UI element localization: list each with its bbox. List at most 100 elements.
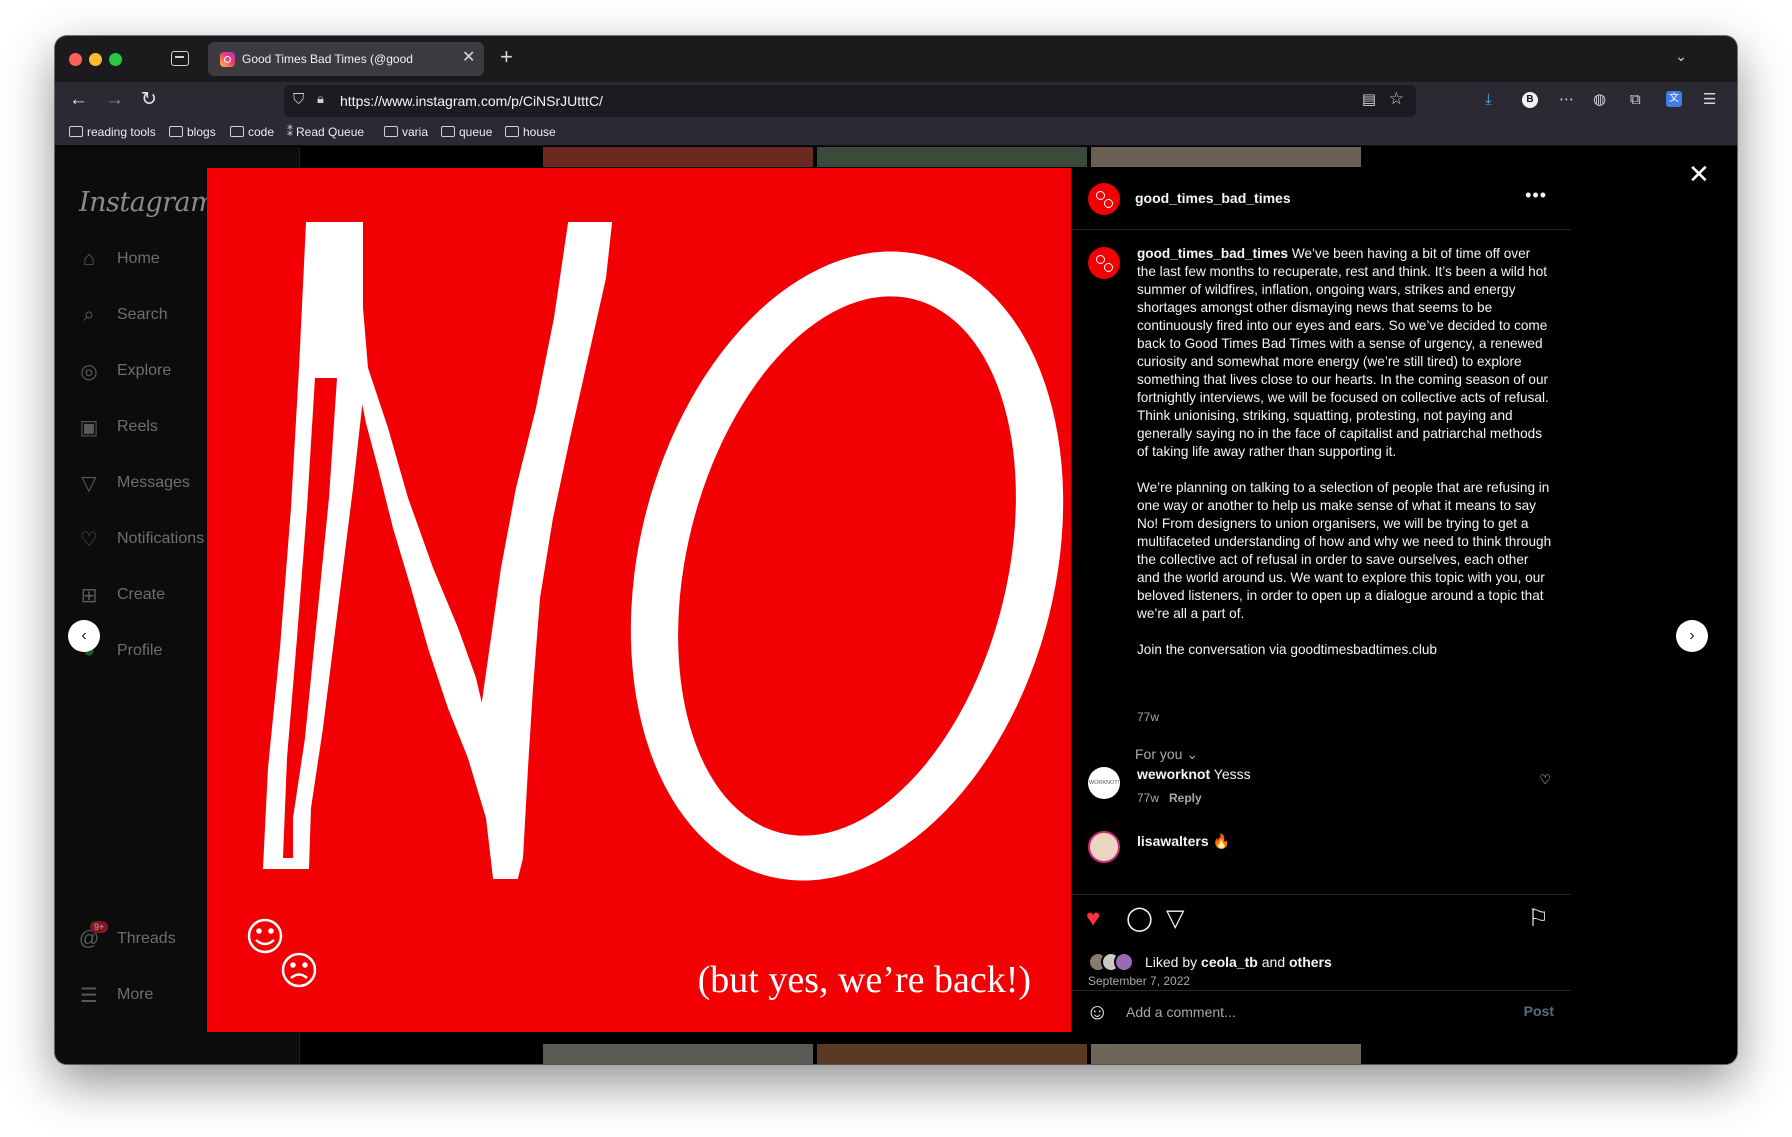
reply-button[interactable]: Reply	[1169, 791, 1202, 805]
shield-icon[interactable]: ⛉	[293, 91, 304, 108]
liked-by-text: Liked by ceola_tb and others	[1145, 954, 1332, 970]
folder-icon	[384, 126, 398, 137]
maximize-window-button[interactable]	[109, 53, 122, 66]
sad-face-icon	[281, 952, 317, 988]
lock-icon[interactable]: 🔒︎	[317, 91, 324, 107]
extension-globe-icon[interactable]: ◍	[1593, 90, 1606, 110]
new-tab-button[interactable]: +	[500, 45, 513, 69]
instagram-favicon-icon	[220, 52, 235, 67]
sidebar-item-threads[interactable]: @9+ Threads	[77, 921, 176, 953]
folder-icon	[169, 126, 183, 137]
add-comment-bar: ☺ Post	[1072, 990, 1571, 1032]
threads-icon: @9+	[77, 921, 109, 951]
post-date[interactable]: September 7, 2022	[1088, 974, 1190, 988]
hamburger-menu-icon[interactable]: ☰	[1703, 90, 1716, 110]
comment-meta: 77w Reply	[1137, 791, 1202, 805]
bookmarks-bar: reading tools blogs code ⁑ Read Queue var…	[55, 120, 1737, 146]
commenter-avatar[interactable]	[1088, 831, 1120, 863]
author-avatar[interactable]	[1088, 183, 1120, 215]
liked-by-avatars[interactable]	[1088, 952, 1134, 972]
extension-b-icon[interactable]: B	[1522, 92, 1538, 108]
sidebar-item-search[interactable]: ⌕ Search	[77, 301, 167, 329]
caption-username[interactable]: good_times_bad_times	[1137, 246, 1288, 261]
image-caption-text: (but yes, we’re back!)	[697, 959, 1031, 1001]
extensions-puzzle-icon[interactable]: ⧉	[1630, 90, 1641, 110]
next-post-button[interactable]: ›	[1676, 620, 1708, 652]
tab-close-icon[interactable]: ✕	[462, 48, 475, 68]
bookmark-blogs[interactable]: blogs	[169, 125, 216, 139]
threads-badge: 9+	[90, 921, 109, 933]
messages-icon: ▽	[81, 472, 97, 495]
background-thumbnail	[1091, 147, 1361, 167]
tab-overview-icon[interactable]	[171, 51, 189, 66]
url-text[interactable]: https://www.instagram.com/p/CiNSrJUtttC/	[340, 93, 603, 109]
caption-paragraph-1: We’ve been having a bit of time off over…	[1137, 246, 1549, 459]
sidebar-item-messages[interactable]: ▽ Messages	[77, 469, 190, 497]
background-thumbnail	[543, 147, 813, 167]
commenter-avatar[interactable]: WORKNOT!	[1088, 767, 1120, 799]
caption-timestamp[interactable]: 77w	[1137, 710, 1159, 724]
stars-icon: ⁑	[287, 125, 293, 139]
reader-view-icon[interactable]: ▤	[1362, 90, 1376, 108]
bookmark-house[interactable]: house	[505, 125, 556, 139]
back-arrow-icon[interactable]: ←	[69, 88, 88, 112]
menu-icon: ☰	[80, 984, 98, 1007]
sidebar-item-create[interactable]: ⊞ Create	[77, 581, 165, 609]
caption-avatar[interactable]	[1088, 247, 1120, 279]
like-heart-icon[interactable]: ♥	[1086, 905, 1100, 933]
comment-like-heart-icon[interactable]: ♡	[1539, 772, 1551, 788]
translate-icon[interactable]: 文	[1666, 91, 1682, 107]
post-actions: ♥ ◯ ▽ ⚐ Liked by ceola_tb and others Sep…	[1072, 894, 1571, 990]
folder-icon	[69, 126, 83, 137]
download-icon[interactable]: ⤓	[1485, 90, 1492, 110]
background-thumbnail	[817, 1044, 1087, 1064]
bookmark-star-icon[interactable]: ☆	[1389, 89, 1404, 109]
post-details-panel: good_times_bad_times ••• good_times_bad_…	[1071, 168, 1571, 1032]
active-tab[interactable]: Good Times Bad Times (@good ✕	[208, 42, 484, 76]
extension-dots-icon[interactable]: ⋯	[1559, 90, 1574, 110]
previous-post-button[interactable]: ‹	[68, 620, 100, 652]
caption-paragraph-2: We’re planning on talking to a selection…	[1137, 480, 1552, 621]
comment-text: lisawalters 🔥	[1137, 833, 1230, 849]
home-icon: ⌂	[82, 247, 96, 270]
reload-icon[interactable]: ↻	[141, 88, 157, 112]
emoji-icon[interactable]: ☺	[1086, 1000, 1108, 1024]
background-thumbnail	[543, 1044, 813, 1064]
sidebar-item-more[interactable]: ☰ More	[77, 981, 153, 1009]
explore-icon: ◎	[80, 360, 98, 383]
bookmark-code[interactable]: code	[230, 125, 274, 139]
avatar	[1114, 952, 1134, 972]
sidebar-item-notifications[interactable]: ♡ Notifications	[77, 525, 204, 553]
bookmark-read-queue[interactable]: ⁑ Read Queue	[287, 125, 364, 139]
post-image[interactable]: (but yes, we’re back!)	[207, 168, 1071, 1032]
share-paper-plane-icon[interactable]: ▽	[1166, 905, 1184, 933]
search-icon: ⌕	[83, 303, 95, 326]
address-bar[interactable]: ⛉ 🔒︎ https://www.instagram.com/p/CiNSrJU…	[284, 85, 1416, 117]
bookmark-varia[interactable]: varia	[384, 125, 428, 139]
caption-paragraph-3: Join the conversation via goodtimesbadti…	[1137, 642, 1437, 657]
post-comment-button[interactable]: Post	[1524, 1003, 1554, 1019]
post-caption: good_times_bad_times We’ve been having a…	[1137, 245, 1552, 663]
bookmark-reading-tools[interactable]: reading tools	[69, 125, 156, 139]
close-window-button[interactable]	[69, 53, 82, 66]
more-options-icon[interactable]: •••	[1525, 185, 1547, 206]
folder-icon	[505, 126, 519, 137]
save-bookmark-icon[interactable]: ⚐	[1527, 905, 1549, 933]
instagram-logo[interactable]: Instagram	[79, 187, 216, 218]
comment-sort-dropdown[interactable]: For you ⌄	[1135, 746, 1198, 763]
bookmark-queue[interactable]: queue	[441, 125, 492, 139]
close-modal-icon[interactable]: ✕	[1688, 161, 1710, 187]
comment-bubble-icon[interactable]: ◯	[1126, 905, 1153, 933]
minimize-window-button[interactable]	[89, 53, 102, 66]
author-username[interactable]: good_times_bad_times	[1135, 190, 1291, 206]
reels-icon: ▣	[79, 416, 99, 439]
sidebar-item-home[interactable]: ⌂ Home	[77, 245, 160, 273]
comment-input[interactable]	[1126, 1000, 1506, 1024]
forward-arrow-icon[interactable]: →	[105, 88, 124, 112]
sidebar-item-explore[interactable]: ◎ Explore	[77, 357, 171, 385]
sidebar-item-reels[interactable]: ▣ Reels	[77, 413, 158, 441]
smiley-face-icon	[247, 918, 283, 954]
tab-title: Good Times Bad Times (@good	[242, 52, 413, 66]
post-header: good_times_bad_times •••	[1072, 168, 1571, 230]
tab-list-chevron-icon[interactable]: ⌄	[1675, 48, 1687, 65]
